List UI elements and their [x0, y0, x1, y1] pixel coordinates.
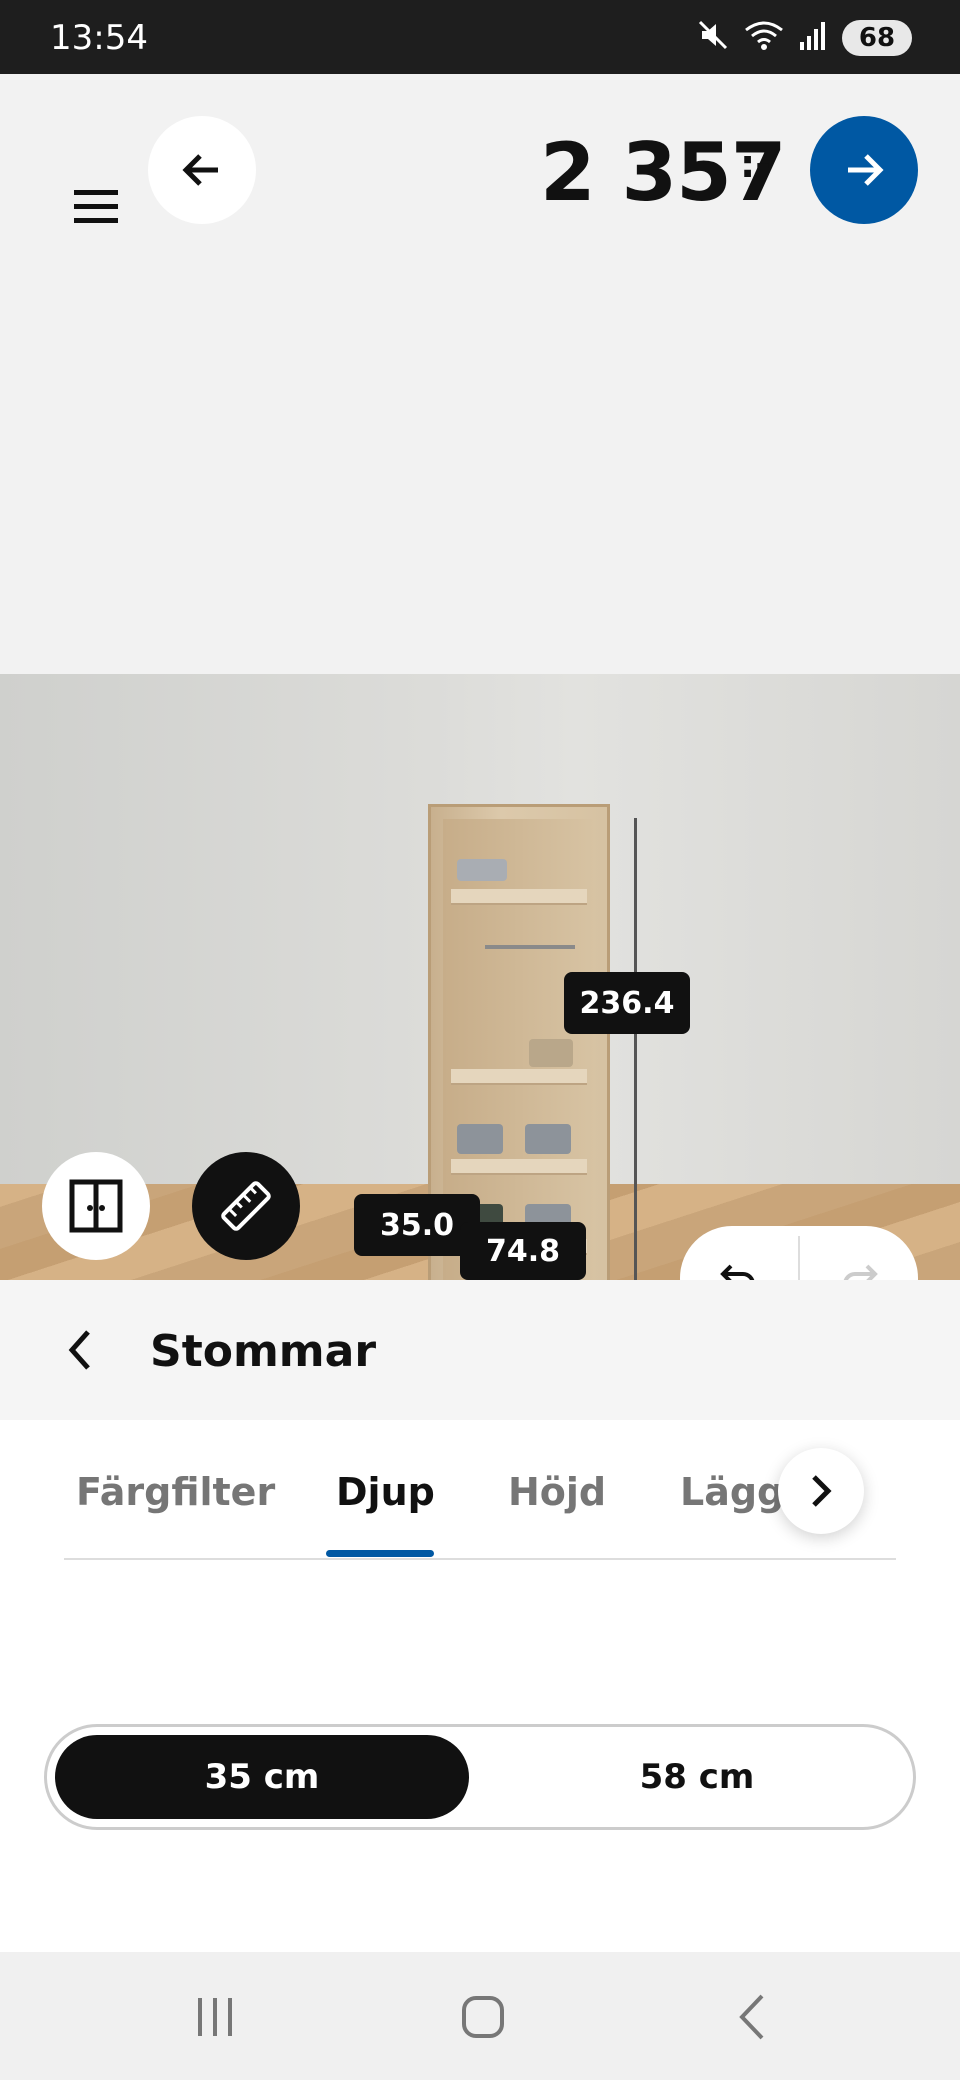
system-back-button[interactable]: [718, 1982, 788, 2052]
shelf: [451, 1159, 587, 1175]
wifi-icon: [744, 18, 784, 57]
height-dimension-label: 236.4: [564, 972, 690, 1034]
depth-option-58[interactable]: 58 cm: [487, 1735, 907, 1819]
recent-apps-icon: [198, 1998, 232, 2036]
planner-canvas[interactable]: 236.4 35.0 74.8 2 357 :-: [0, 74, 960, 1280]
price-currency: :-: [740, 142, 771, 186]
shelf: [451, 889, 587, 905]
section-title: Stommar: [150, 1326, 377, 1377]
chevron-right-icon: [812, 1475, 832, 1507]
depth-option-35[interactable]: 35 cm: [55, 1735, 469, 1819]
folded-clothes: [529, 1039, 573, 1067]
height-measure-line: [634, 818, 637, 1280]
shelf: [451, 1069, 587, 1085]
arrow-right-icon: [848, 154, 884, 186]
back-button[interactable]: [148, 116, 256, 224]
signal-icon: [798, 18, 828, 57]
doors-toggle-button[interactable]: [42, 1152, 150, 1260]
option-tabs: Färgfilter Djup Höjd Lägg till: [64, 1460, 896, 1560]
ruler-icon: [221, 1181, 271, 1231]
measure-toggle-button[interactable]: [192, 1152, 300, 1260]
undo-redo-group: [680, 1226, 918, 1280]
doors-icon: [69, 1179, 123, 1233]
system-back-icon: [739, 1994, 764, 2040]
tab-fargfilter[interactable]: Färgfilter: [76, 1470, 275, 1514]
hamburger-icon: [74, 190, 118, 223]
width-dimension-label: 74.8: [460, 1222, 586, 1280]
recent-apps-button[interactable]: [180, 1982, 250, 2052]
next-button[interactable]: [810, 116, 918, 224]
mute-icon: [696, 18, 730, 57]
status-time: 13:54: [50, 18, 148, 58]
home-button[interactable]: [448, 1982, 518, 2052]
hanger: [485, 945, 575, 979]
redo-button[interactable]: [800, 1226, 918, 1280]
system-navigation-bar: [0, 1952, 960, 2080]
undo-icon: [720, 1264, 755, 1280]
battery-icon: 68: [842, 19, 912, 56]
chevron-left-icon: [68, 1330, 90, 1370]
folded-clothes: [525, 1124, 571, 1154]
tabs-scroll-right-button[interactable]: [778, 1448, 864, 1534]
menu-button[interactable]: [60, 170, 132, 242]
redo-icon: [843, 1264, 878, 1280]
undo-button[interactable]: [680, 1226, 798, 1280]
tab-djup[interactable]: Djup: [336, 1470, 435, 1514]
status-icons: 68: [696, 18, 912, 57]
folded-clothes: [457, 859, 507, 881]
home-icon: [462, 1996, 504, 2038]
arrow-left-icon: [182, 154, 218, 186]
tab-hojd[interactable]: Höjd: [508, 1470, 606, 1514]
section-back-button[interactable]: [44, 1314, 116, 1386]
folded-clothes: [457, 1124, 503, 1154]
depth-selector: 35 cm 58 cm: [44, 1724, 916, 1830]
active-tab-indicator: [326, 1550, 434, 1557]
status-bar: 13:54 68: [0, 0, 960, 74]
section-header: Stommar: [0, 1280, 960, 1420]
